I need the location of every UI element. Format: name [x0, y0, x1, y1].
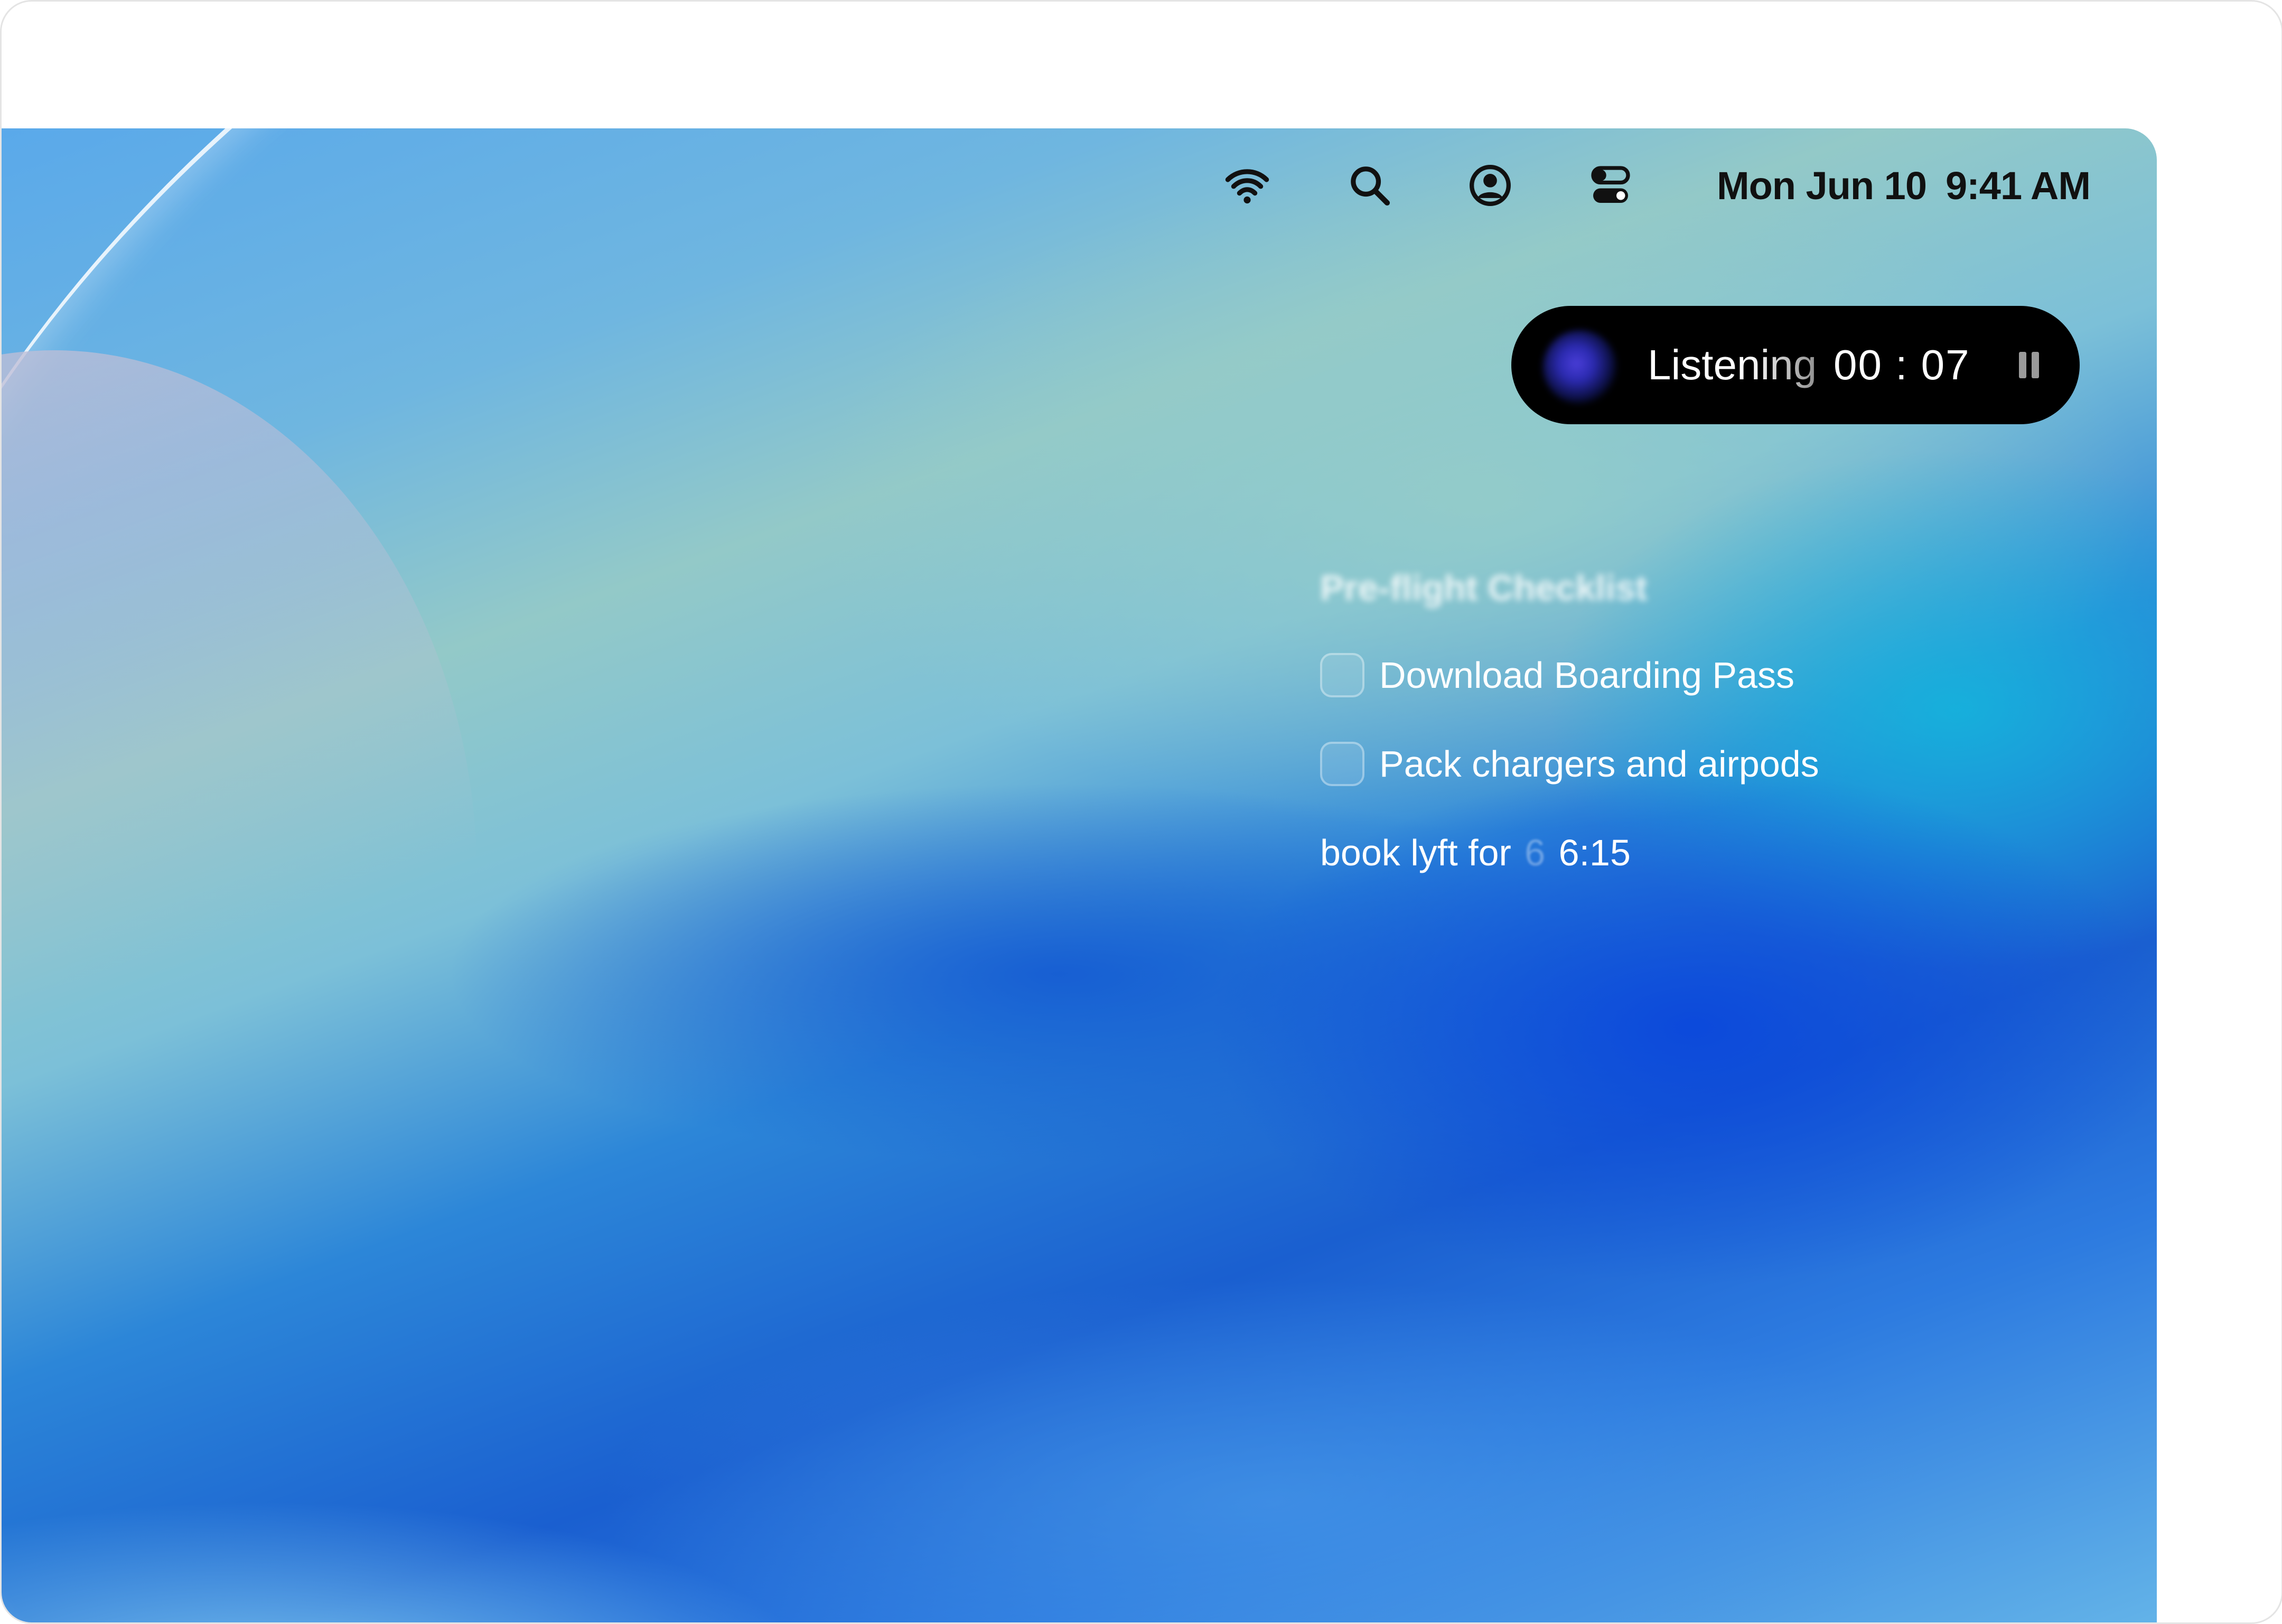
checklist-item[interactable]: Pack chargers and airpods: [1320, 735, 1819, 793]
checkbox[interactable]: [1320, 742, 1364, 786]
pause-button[interactable]: [2012, 348, 2046, 382]
search-icon[interactable]: [1344, 160, 1395, 211]
dictation-faded-text: 6: [1525, 832, 1546, 873]
dictation-prefix: book lyft for: [1320, 832, 1511, 873]
dictation-suffix: 6:15: [1558, 832, 1631, 873]
checklist-item-label: Pack chargers and airpods: [1379, 743, 1819, 785]
recording-timer: 00 : 07: [1834, 341, 1970, 388]
menubar-date: Mon Jun 10: [1716, 163, 1927, 208]
menubar-clock[interactable]: Mon Jun 10 9:41 AM: [1716, 160, 2091, 211]
menu-bar: Mon Jun 10 9:41 AM: [2, 128, 2157, 234]
window-frame: Mon Jun 10 9:41 AM Listening 00 : 07 Pre…: [0, 0, 2282, 1624]
note-content[interactable]: Pre-flight Checklist Download Boarding P…: [1320, 562, 1819, 882]
user-icon[interactable]: [1465, 160, 1516, 211]
listening-recorder-pill[interactable]: Listening 00 : 07: [1511, 306, 2080, 424]
siri-orb-icon: [1543, 330, 1617, 404]
desktop-wallpaper: Mon Jun 10 9:41 AM Listening 00 : 07 Pre…: [2, 128, 2157, 1622]
dictation-text[interactable]: book lyft for 6 6:15: [1320, 824, 1819, 882]
menubar-time: 9:41 AM: [1945, 163, 2091, 208]
control-center-icon[interactable]: [1585, 160, 1636, 211]
pause-icon: [2019, 352, 2026, 378]
checklist-item-label: Download Boarding Pass: [1379, 655, 1795, 696]
checkbox[interactable]: [1320, 653, 1364, 697]
checklist-item[interactable]: Download Boarding Pass: [1320, 646, 1819, 704]
checklist-title: Pre-flight Checklist: [1320, 568, 1648, 608]
listening-status: Listening: [1648, 306, 1817, 424]
wifi-icon[interactable]: [1222, 160, 1273, 211]
